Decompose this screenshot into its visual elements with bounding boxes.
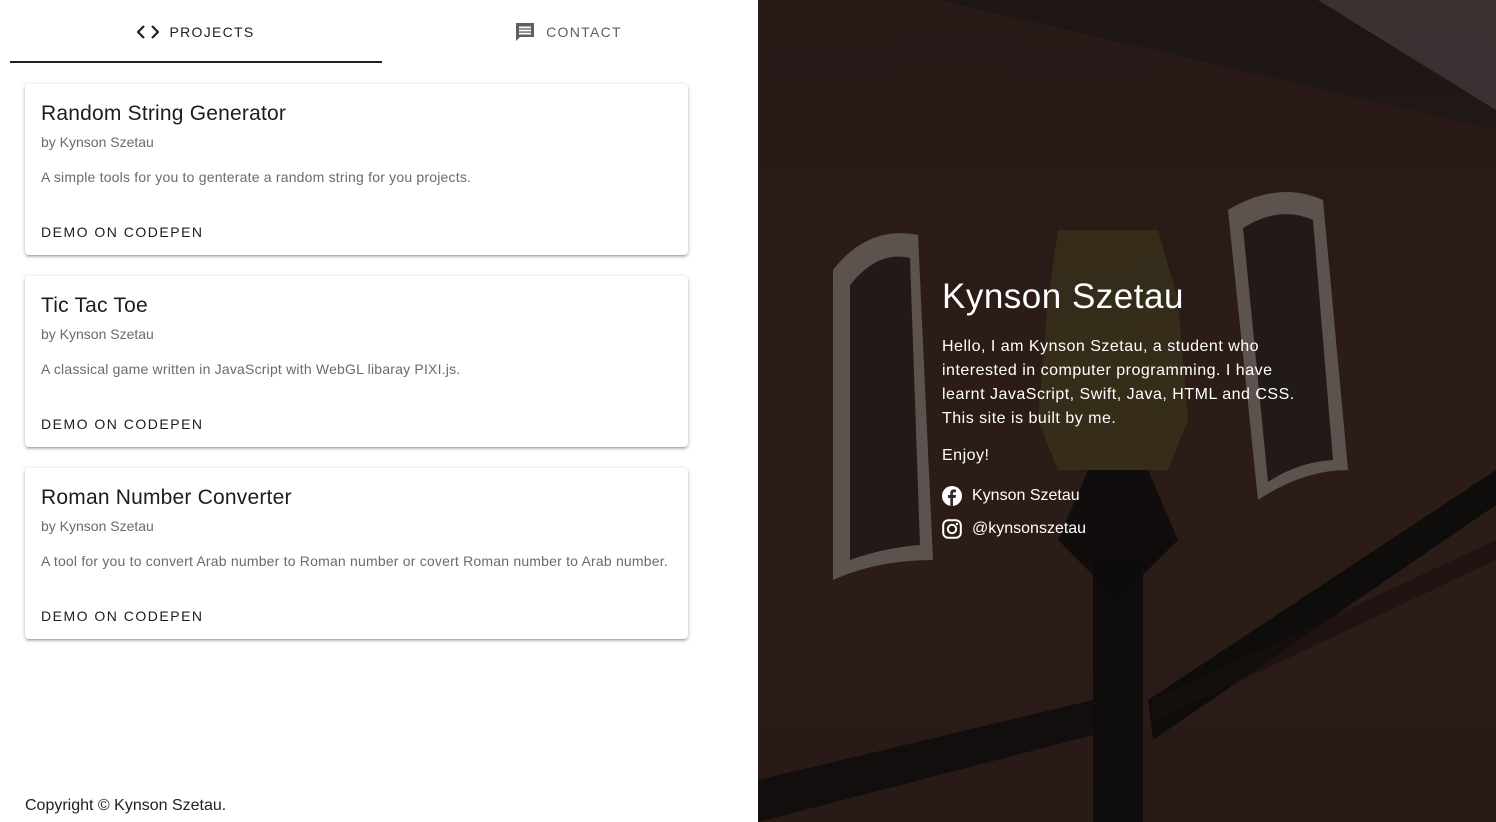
project-card: Roman Number Converter by Kynson Szetau … <box>25 468 688 639</box>
profile-name: Kynson Szetau <box>942 277 1184 316</box>
project-title: Tic Tac Toe <box>41 294 148 317</box>
tab-projects[interactable]: PROJECTS <box>10 0 382 63</box>
code-icon <box>137 24 160 39</box>
instagram-link[interactable]: @kynsonszetau <box>942 518 1302 540</box>
project-author: by Kynson Szetau <box>41 134 154 150</box>
demo-on-codepen-button[interactable]: DEMO ON CODEPEN <box>33 406 212 442</box>
project-description: A simple tools for you to genterate a ra… <box>41 169 472 185</box>
projects-panel: PROJECTS CONTACT Random String Generator… <box>0 0 758 822</box>
project-card: Random String Generator by Kynson Szetau… <box>25 84 688 255</box>
demo-on-codepen-button[interactable]: DEMO ON CODEPEN <box>33 214 212 250</box>
demo-on-codepen-button[interactable]: DEMO ON CODEPEN <box>33 598 212 634</box>
profile-section: Kynson Szetau Hello, I am Kynson Szetau,… <box>942 276 1302 540</box>
project-title: Roman Number Converter <box>41 486 292 509</box>
facebook-icon <box>942 486 962 506</box>
project-title: Random String Generator <box>41 102 287 125</box>
project-card: Tic Tac Toe by Kynson Szetau A classical… <box>25 276 688 447</box>
project-author: by Kynson Szetau <box>41 518 154 534</box>
facebook-link[interactable]: Kynson Szetau <box>942 485 1302 507</box>
hero-panel: Kynson Szetau Hello, I am Kynson Szetau,… <box>758 0 1496 822</box>
profile-bio: Hello, I am Kynson Szetau, a student who… <box>942 338 1295 427</box>
tab-contact[interactable]: CONTACT <box>382 0 754 63</box>
instagram-label: @kynsonszetau <box>972 520 1087 537</box>
tab-projects-label: PROJECTS <box>169 23 255 40</box>
project-author: by Kynson Szetau <box>41 326 154 342</box>
project-description: A classical game written in JavaScript w… <box>41 361 461 377</box>
copyright-text: Copyright © Kynson Szetau. <box>25 797 227 814</box>
tab-contact-label: CONTACT <box>546 23 622 40</box>
facebook-label: Kynson Szetau <box>972 487 1080 504</box>
project-description: A tool for you to convert Arab number to… <box>41 553 668 569</box>
instagram-icon <box>942 519 962 539</box>
message-icon <box>516 22 535 41</box>
profile-enjoy: Enjoy! <box>942 447 990 464</box>
tab-bar: PROJECTS CONTACT <box>10 0 754 63</box>
